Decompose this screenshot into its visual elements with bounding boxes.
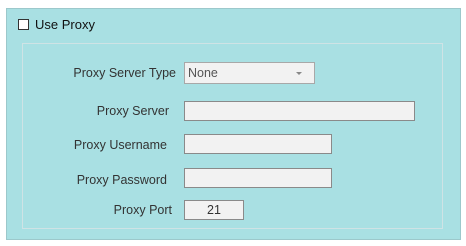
proxy-server-input[interactable] (184, 101, 415, 121)
proxy-server-type-label: Proxy Server Type (73, 66, 176, 80)
proxy-password-label: Proxy Password (76, 173, 167, 187)
chevron-down-icon (296, 72, 302, 75)
proxy-server-label: Proxy Server (96, 104, 169, 118)
proxy-port-label: Proxy Port (113, 203, 172, 217)
proxy-port-input[interactable]: 21 (184, 200, 244, 220)
proxy-username-input[interactable] (184, 134, 332, 154)
proxy-server-type-select[interactable]: None (184, 62, 315, 84)
use-proxy-label: Use Proxy (35, 16, 95, 32)
use-proxy-toggle[interactable]: Use Proxy (18, 16, 95, 32)
use-proxy-checkbox[interactable] (18, 18, 29, 30)
proxy-username-label: Proxy Username (73, 138, 167, 152)
proxy-password-input[interactable] (184, 168, 332, 188)
proxy-server-type-value: None (188, 66, 218, 80)
